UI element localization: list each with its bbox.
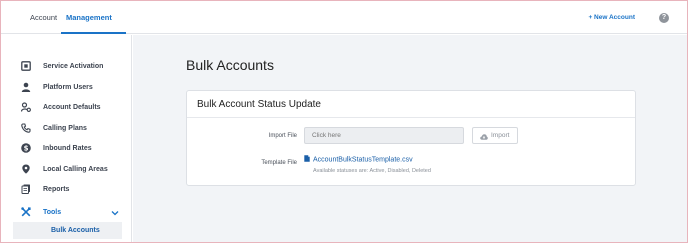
sidebar-item-tools[interactable]: Tools [1,204,131,222]
tools-icon [21,207,31,217]
user-icon [21,82,31,92]
service-activation-icon [21,61,31,71]
sidebar-item-local-calling-areas[interactable]: Local Calling Areas [1,161,131,179]
sidebar-item-label: Local Calling Areas [43,166,108,173]
map-pin-icon [21,164,31,174]
import-button-label: Import [491,132,510,139]
tab-management[interactable]: Management [66,1,112,34]
app-window: Account Management + New Account ? Servi… [0,0,688,243]
chevron-down-icon[interactable] [111,209,119,217]
import-file-input[interactable] [304,127,464,144]
sidebar-item-inbound-rates[interactable]: $ Inbound Rates [1,140,131,158]
sidebar-item-label: Reports [43,186,70,193]
template-file-name: AccountBulkStatusTemplate.csv [313,156,413,164]
account-defaults-icon [21,102,31,112]
available-statuses-hint: Available statuses are: Active, Disabled… [313,168,431,174]
sidebar: Service Activation Platform Users Accoun… [1,35,132,242]
sidebar-item-platform-users[interactable]: Platform Users [1,79,131,97]
top-navigation-bar: Account Management + New Account ? [1,1,687,34]
tab-account[interactable]: Account [30,1,57,34]
sidebar-item-account-defaults[interactable]: Account Defaults [1,99,131,117]
cloud-upload-icon [480,131,488,141]
sidebar-item-calling-plans[interactable]: Calling Plans [1,120,131,138]
new-account-button[interactable]: + New Account [588,1,635,34]
card-divider [187,117,635,118]
sidebar-item-label: Service Activation [43,63,104,70]
card-title: Bulk Account Status Update [197,99,321,110]
phone-icon [21,123,31,133]
sidebar-item-label: Inbound Rates [43,145,92,152]
sidebar-item-reports[interactable]: Reports [1,181,131,199]
sidebar-item-label: Account Defaults [43,104,101,111]
active-tab-indicator [61,32,126,34]
svg-text:$: $ [24,145,29,153]
bulk-status-update-card: Bulk Account Status Update Import File I… [186,90,636,186]
sidebar-subitem-label: Bulk Accounts [51,227,100,234]
template-file-label: Template File [261,160,297,166]
sidebar-item-label: Platform Users [43,84,93,91]
import-file-label: Import File [268,133,297,139]
dollar-icon: $ [21,143,31,153]
sidebar-item-service-activation[interactable]: Service Activation [1,58,131,76]
main-content: Bulk Accounts Bulk Account Status Update… [133,35,687,242]
template-file-link[interactable]: AccountBulkStatusTemplate.csv [304,155,413,164]
sidebar-item-label: Tools [43,209,62,216]
sidebar-item-label: Calling Plans [43,125,87,132]
help-icon[interactable]: ? [659,13,669,23]
import-button[interactable]: Import [472,127,518,144]
sidebar-subitem-bulk-accounts[interactable]: Bulk Accounts [13,222,122,239]
file-icon [304,155,310,162]
reports-icon [21,184,31,194]
page-title: Bulk Accounts [186,57,274,73]
